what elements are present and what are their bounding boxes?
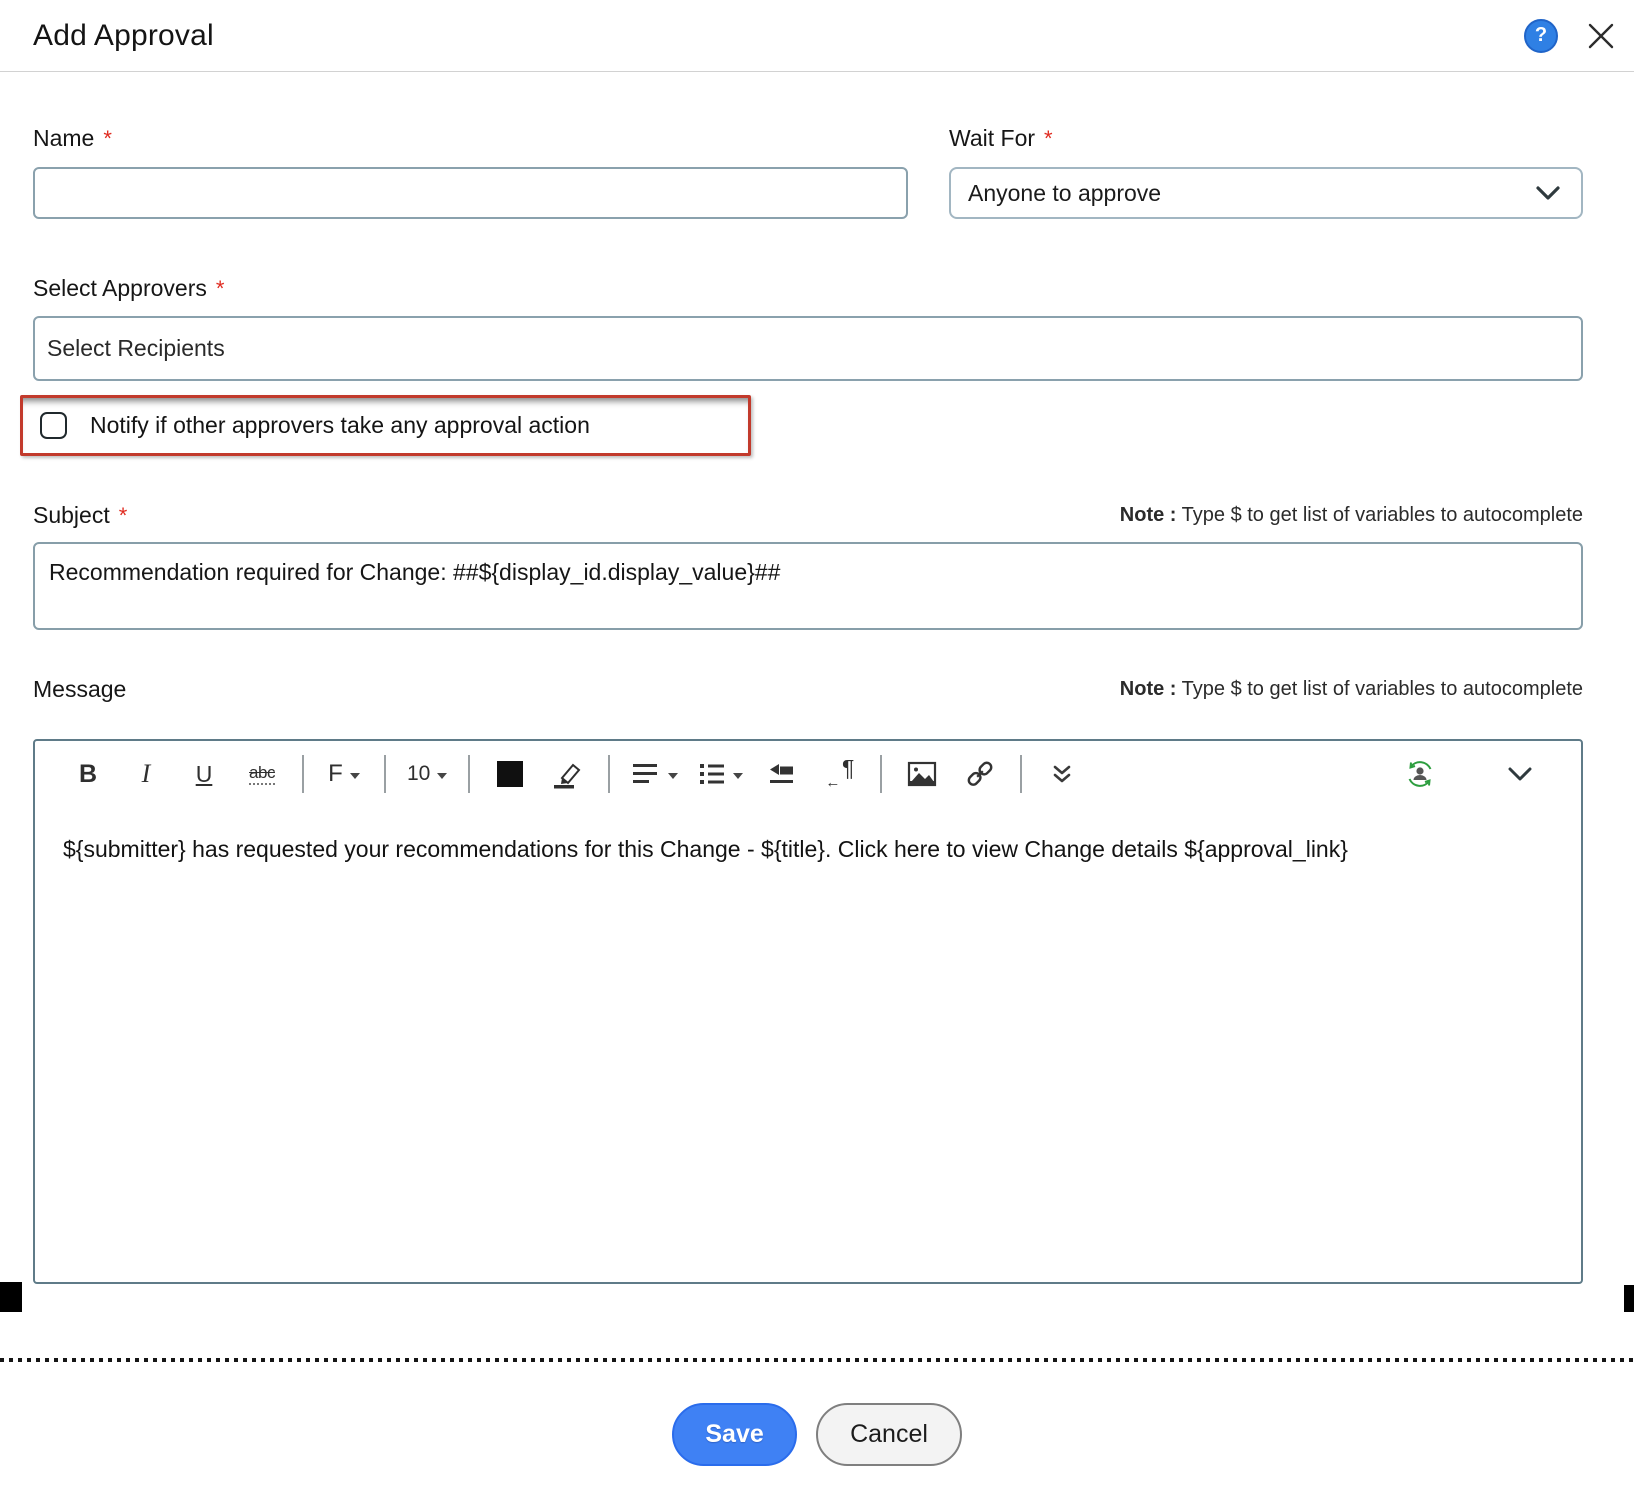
select-approvers-required-marker: * <box>216 276 225 301</box>
pilcrow-icon: ¶← <box>825 759 855 789</box>
notify-checkbox[interactable] <box>40 412 67 439</box>
insert-image-button[interactable] <box>903 751 941 797</box>
subject-value: Recommendation required for Change: ##${… <box>49 559 780 585</box>
strikethrough-button[interactable]: abc <box>243 751 281 797</box>
question-mark-icon: ? <box>1535 24 1547 47</box>
outdent-icon <box>767 760 797 788</box>
message-note: Note : Type $ to get list of variables t… <box>1120 678 1583 703</box>
wait-for-select[interactable]: Anyone to approve <box>949 167 1583 219</box>
double-chevron-down-icon <box>1050 763 1074 785</box>
close-icon <box>1586 21 1616 51</box>
select-approvers-input[interactable]: Select Recipients <box>33 316 1583 381</box>
name-label: Name <box>33 125 94 151</box>
toolbar-divider <box>384 755 386 793</box>
message-input[interactable]: ${submitter} has requested your recommen… <box>35 807 1581 1282</box>
insert-link-button[interactable] <box>961 751 999 797</box>
chevron-down-icon <box>1507 766 1533 782</box>
save-button[interactable]: Save <box>672 1403 797 1466</box>
editor-toolbar: B I U abc F 10 <box>35 741 1581 807</box>
font-color-button[interactable] <box>491 751 529 797</box>
select-approvers-label: Select Approvers <box>33 275 207 301</box>
wait-for-selected-value: Anyone to approve <box>968 180 1161 207</box>
toolbar-divider <box>608 755 610 793</box>
bold-button[interactable]: B <box>69 751 107 797</box>
subject-input[interactable]: Recommendation required for Change: ##${… <box>33 542 1583 630</box>
font-family-button[interactable]: F <box>325 751 363 797</box>
paragraph-direction-button[interactable]: ¶← <box>821 751 859 797</box>
caret-down-icon <box>733 773 743 779</box>
caret-down-icon <box>437 773 447 779</box>
help-button[interactable]: ? <box>1524 19 1558 53</box>
subject-note: Note : Type $ to get list of variables t… <box>1120 504 1583 529</box>
name-required-marker: * <box>103 126 112 151</box>
italic-button[interactable]: I <box>127 751 165 797</box>
annotation-highlight-box: Notify if other approvers take any appro… <box>20 395 751 456</box>
dialog-footer: Save Cancel <box>0 1403 1634 1466</box>
link-icon <box>965 759 995 789</box>
message-editor: B I U abc F 10 <box>33 739 1583 1284</box>
redaction-mark-left <box>0 1282 22 1312</box>
list-button[interactable] <box>698 751 743 797</box>
dialog-body: Name * Wait For * Anyone to approve Select… <box>0 125 1634 1284</box>
font-family-icon: F <box>328 760 343 788</box>
redaction-mark-right <box>1624 1285 1634 1312</box>
toolbar-divider <box>1020 755 1022 793</box>
caret-down-icon <box>350 773 360 779</box>
user-sync-icon <box>1403 757 1437 791</box>
font-color-icon <box>497 761 523 787</box>
subject-label: Subject <box>33 502 110 528</box>
wait-for-label: Wait For <box>949 125 1035 151</box>
outdent-button[interactable] <box>763 751 801 797</box>
close-button[interactable] <box>1586 21 1616 51</box>
select-approvers-placeholder: Select Recipients <box>47 335 225 362</box>
message-value: ${submitter} has requested your recommen… <box>63 836 1348 862</box>
subject-required-marker: * <box>119 503 128 528</box>
insert-variable-button[interactable] <box>1401 751 1439 797</box>
font-size-value: 10 <box>407 762 430 786</box>
font-size-button[interactable]: 10 <box>407 751 447 797</box>
align-button[interactable] <box>631 751 678 797</box>
more-tools-button[interactable] <box>1043 751 1081 797</box>
image-icon <box>907 761 937 787</box>
align-left-icon <box>631 761 661 787</box>
toolbar-collapse-button[interactable] <box>1501 751 1539 797</box>
notify-checkbox-label: Notify if other approvers take any appro… <box>90 412 590 439</box>
strikethrough-icon: abc <box>249 763 275 785</box>
caret-down-icon <box>668 773 678 779</box>
message-label: Message <box>33 676 126 703</box>
toolbar-divider <box>880 755 882 793</box>
underline-button[interactable]: U <box>185 751 223 797</box>
bullet-list-icon <box>698 761 726 787</box>
dialog-header: Add Approval ? <box>0 0 1634 72</box>
dialog-title: Add Approval <box>33 19 214 53</box>
chevron-down-icon <box>1535 185 1561 201</box>
cancel-button[interactable]: Cancel <box>816 1403 962 1466</box>
footer-dotted-divider <box>0 1358 1634 1362</box>
highlight-color-button[interactable] <box>549 751 587 797</box>
toolbar-divider <box>468 755 470 793</box>
wait-for-required-marker: * <box>1044 126 1053 151</box>
toolbar-divider <box>302 755 304 793</box>
name-input[interactable] <box>33 167 908 219</box>
highlighter-icon <box>552 759 584 789</box>
